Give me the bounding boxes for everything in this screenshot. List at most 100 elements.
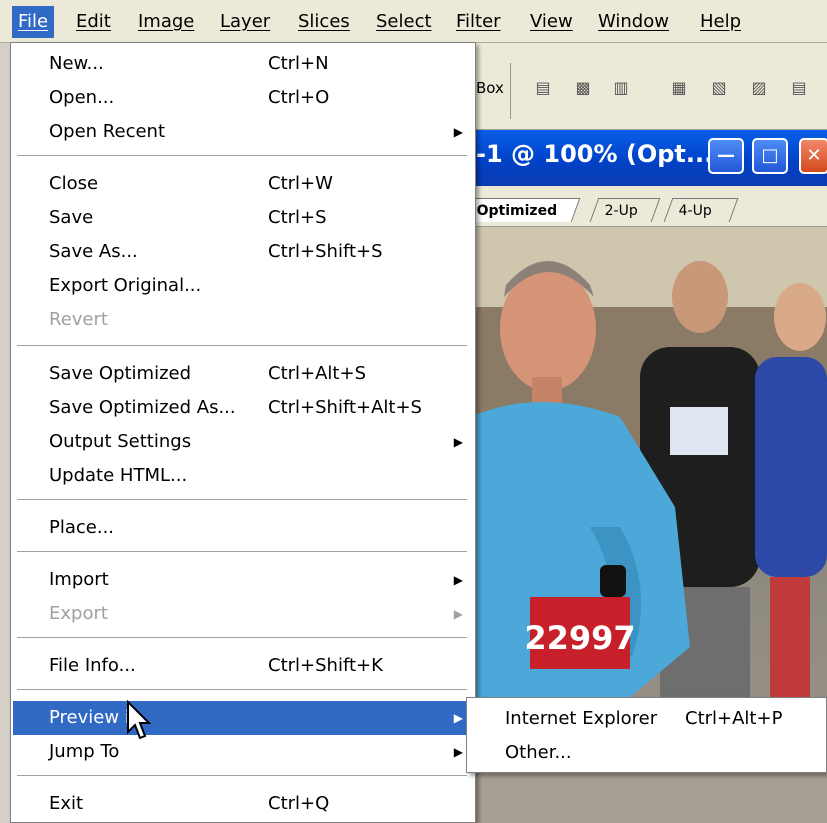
submenu-item-internet-explorer[interactable]: Internet Explorer Ctrl+Alt+P <box>469 702 824 736</box>
align-bottom-icon[interactable]: ▥ <box>608 77 634 99</box>
menu-item-shortcut: Ctrl+Shift+Alt+S <box>268 397 422 418</box>
document-title: -1 @ 100% (Opt... <box>476 140 714 168</box>
menu-item-label: Save Optimized <box>49 363 192 384</box>
menu-item-label: File Info... <box>49 655 136 676</box>
menu-item-new[interactable]: New... Ctrl+N <box>13 47 471 81</box>
menu-item-label: Import <box>49 569 109 590</box>
menu-separator <box>17 155 467 157</box>
maximize-icon: □ <box>761 145 779 166</box>
submenu-arrow-icon: ▶ <box>453 607 463 621</box>
menu-item-label: Update HTML... <box>49 465 188 486</box>
menu-item-shortcut: Ctrl+O <box>268 87 330 108</box>
menu-separator <box>17 551 467 553</box>
align-top-icon[interactable]: ▤ <box>530 77 556 99</box>
menu-item-save-as[interactable]: Save As... Ctrl+Shift+S <box>13 235 471 269</box>
menu-item-update-html[interactable]: Update HTML... <box>13 459 471 493</box>
minimize-button[interactable]: — <box>708 138 744 174</box>
submenu-arrow-icon: ▶ <box>453 435 463 449</box>
menu-item-label: Open Recent <box>49 121 166 142</box>
menu-item-label: Exit <box>49 793 84 814</box>
align-right-icon[interactable]: ▨ <box>746 77 772 99</box>
view-tabs: Optimized 2-Up 4-Up <box>461 186 827 227</box>
align-left-icon[interactable]: ▦ <box>666 77 692 99</box>
menu-item-save-optimized-as[interactable]: Save Optimized As... Ctrl+Shift+Alt+S <box>13 391 471 425</box>
menu-item-label: Save Optimized As... <box>49 397 236 418</box>
menu-item-label: Close <box>49 173 99 194</box>
menu-item-revert: Revert <box>13 303 471 337</box>
menu-item-preview-in[interactable]: Preview in ▶ <box>13 701 471 735</box>
menu-filter[interactable]: Filter <box>450 6 507 38</box>
menu-bar: File Edit Image Layer Slices Select Filt… <box>0 0 827 43</box>
minimize-icon: — <box>717 145 735 166</box>
menu-item-label: Revert <box>49 309 108 330</box>
menu-item-import[interactable]: Import ▶ <box>13 563 471 597</box>
menu-item-label: Open... <box>49 87 115 108</box>
menu-item-shortcut: Ctrl+Alt+S <box>268 363 366 384</box>
menu-item-jump-to[interactable]: Jump To ▶ <box>13 735 471 769</box>
menu-item-shortcut: Ctrl+Shift+K <box>268 655 383 676</box>
menu-edit[interactable]: Edit <box>70 6 117 38</box>
tab-2-up[interactable]: 2-Up <box>589 198 661 222</box>
menu-separator <box>17 689 467 691</box>
menu-item-save-optimized[interactable]: Save Optimized Ctrl+Alt+S <box>13 357 471 391</box>
submenu-arrow-icon: ▶ <box>453 711 463 725</box>
menu-separator <box>17 637 467 639</box>
menu-item-shortcut: Ctrl+N <box>268 53 329 74</box>
menu-item-label: Save As... <box>49 241 138 262</box>
close-icon: ✕ <box>806 145 822 166</box>
menu-select[interactable]: Select <box>370 6 438 38</box>
menu-item-open-recent[interactable]: Open Recent ▶ <box>13 115 471 149</box>
menu-separator <box>17 775 467 777</box>
toolbar: Box ▤ ▩ ▥ ▦ ▧ ▨ ▤ <box>470 43 827 130</box>
menu-item-label: Place... <box>49 517 115 538</box>
menu-layer[interactable]: Layer <box>214 6 276 38</box>
menu-item-shortcut: Ctrl+Alt+P <box>685 708 783 729</box>
menu-item-shortcut: Ctrl+Q <box>268 793 330 814</box>
submenu-arrow-icon: ▶ <box>453 573 463 587</box>
toolbar-separator <box>510 63 511 119</box>
menu-item-label: Jump To <box>49 741 120 762</box>
menu-item-label: Export <box>49 603 108 624</box>
bib-number: 22997 <box>524 619 635 657</box>
menu-window[interactable]: Window <box>592 6 675 38</box>
menu-item-label: Internet Explorer <box>505 708 658 729</box>
menu-item-label: New... <box>49 53 104 74</box>
submenu-item-other[interactable]: Other... <box>469 736 824 770</box>
toolbar-box-label: Box <box>476 79 504 97</box>
menu-item-output-settings[interactable]: Output Settings ▶ <box>13 425 471 459</box>
menu-item-label: Other... <box>505 742 572 763</box>
submenu-arrow-icon: ▶ <box>453 745 463 759</box>
close-button[interactable]: ✕ <box>799 138 827 174</box>
menu-item-shortcut: Ctrl+Shift+S <box>268 241 383 262</box>
menu-slices[interactable]: Slices <box>292 6 356 38</box>
menu-item-label: Export Original... <box>49 275 202 296</box>
menu-item-export: Export ▶ <box>13 597 471 631</box>
menu-item-close[interactable]: Close Ctrl+W <box>13 167 471 201</box>
mouse-pointer-icon <box>127 700 152 740</box>
align-horizontal-center-icon[interactable]: ▧ <box>706 77 732 99</box>
menu-item-save[interactable]: Save Ctrl+S <box>13 201 471 235</box>
menu-help[interactable]: Help <box>694 6 747 38</box>
tab-4-up[interactable]: 4-Up <box>663 198 739 222</box>
menu-file[interactable]: File <box>12 6 55 38</box>
menu-item-shortcut: Ctrl+W <box>268 173 333 194</box>
menu-separator <box>17 345 467 347</box>
menu-item-label: Output Settings <box>49 431 192 452</box>
submenu-arrow-icon: ▶ <box>453 125 463 139</box>
file-menu-dropdown: New... Ctrl+N Open... Ctrl+O Open Recent… <box>10 42 476 823</box>
menu-item-file-info[interactable]: File Info... Ctrl+Shift+K <box>13 649 471 683</box>
distribute-icon[interactable]: ▤ <box>786 77 812 99</box>
document-title-bar[interactable]: -1 @ 100% (Opt... — □ ✕ <box>470 130 827 186</box>
tab-optimized[interactable]: Optimized <box>461 198 581 222</box>
menu-item-shortcut: Ctrl+S <box>268 207 327 228</box>
menu-item-exit[interactable]: Exit Ctrl+Q <box>13 787 471 821</box>
align-vertical-center-icon[interactable]: ▩ <box>570 77 596 99</box>
menu-item-place[interactable]: Place... <box>13 511 471 545</box>
menu-item-export-original[interactable]: Export Original... <box>13 269 471 303</box>
menu-view[interactable]: View <box>524 6 579 38</box>
preview-in-submenu: Internet Explorer Ctrl+Alt+P Other... <box>466 697 827 773</box>
maximize-button[interactable]: □ <box>752 138 788 174</box>
menu-image[interactable]: Image <box>132 6 200 38</box>
menu-item-open[interactable]: Open... Ctrl+O <box>13 81 471 115</box>
menu-separator <box>17 499 467 501</box>
